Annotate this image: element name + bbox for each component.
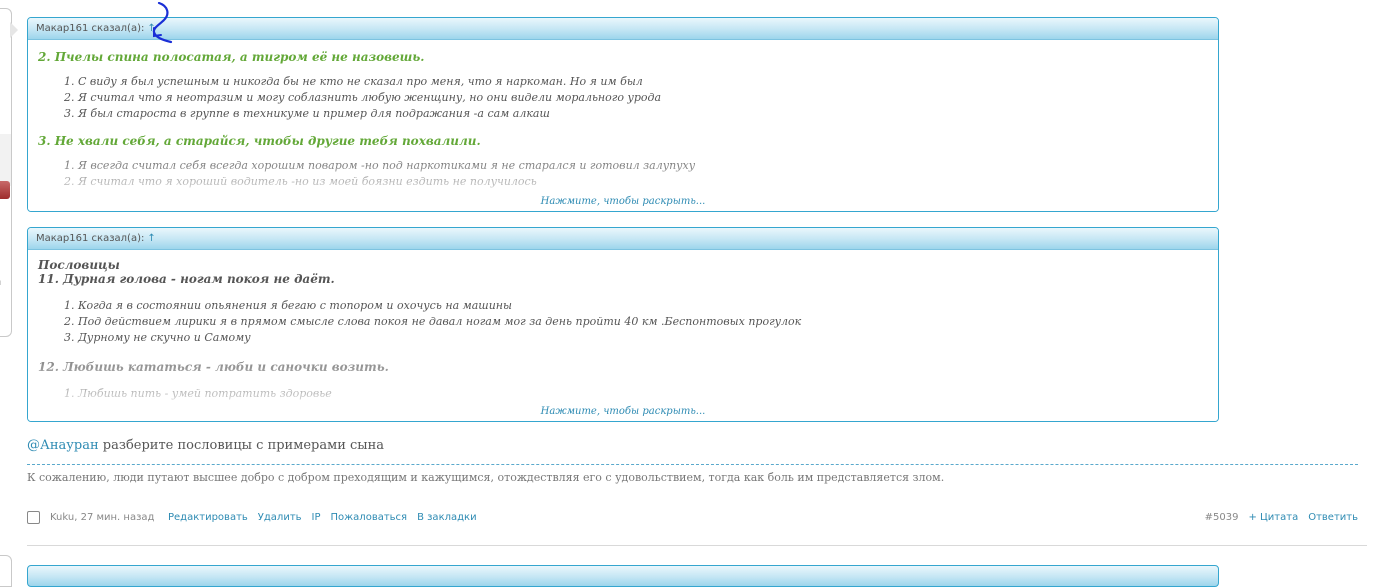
quote-author: Макар161 сказал(а): (36, 233, 145, 244)
message-controls: Редактировать Удалить IP Пожаловаться В закл… (168, 512, 487, 523)
bookmark-link[interactable]: В закладки (417, 512, 477, 523)
proverb-examples: 1. Любишь пить - умей потратить здоровье (38, 386, 1208, 402)
list-item: 2. Я считал что я хороший водитель -но и… (64, 175, 537, 188)
message-meta-bar: Kuku, 27 мин. назад Редактировать Удалить… (27, 510, 1358, 526)
delete-link[interactable]: Удалить (258, 512, 302, 523)
expand-quote-link[interactable]: Нажмите, чтобы раскрыть... (28, 196, 1218, 207)
quote-body: Пословицы 11. Дурная голова - ногам поко… (28, 250, 1218, 421)
quote-block-1: Макар161 сказал(а): ↑ 2. Пчелы спина поло… (27, 17, 1219, 212)
list-item: 1. С виду я был успешным и никогда бы не… (64, 75, 643, 88)
list-item: 1. Любишь пить - умей потратить здоровье (64, 387, 332, 400)
proverb-title: 3. Не хвали себя, а старайся, чтобы друг… (38, 134, 481, 148)
sidebar-stat: м (0, 275, 1, 290)
signature-divider (27, 464, 1358, 465)
sidebar-stat: 8 (0, 245, 1, 260)
post-number[interactable]: #5039 (1205, 512, 1239, 523)
sidebar-user-panel: 1 8 8 6 м и 1 (0, 8, 12, 337)
message-divider (27, 545, 1367, 546)
user-mention-link[interactable]: @Анауран (27, 438, 99, 453)
message-pointer-arrow (10, 22, 18, 38)
proverb-examples: 1. С виду я был успешным и никогда бы не… (38, 74, 1208, 122)
ip-link[interactable]: IP (312, 512, 321, 523)
sidebar-panel-band (0, 134, 11, 186)
sidebar-stat: 1 (0, 305, 1, 320)
list-item: 3. Дурному не скучно и Самому (64, 331, 251, 344)
sidebar-stat: 8 (0, 230, 1, 245)
sidebar-user-panel-next (0, 555, 12, 587)
list-item: 3. Я был староста в группе в техникуме и… (64, 107, 550, 120)
sidebar-stats: 1 8 8 6 м и 1 (0, 215, 1, 320)
proverb-title: 11. Дурная голова - ногам покоя не даёт. (38, 272, 335, 286)
list-item: 2. Под действием лирики я в прямом смысл… (64, 315, 802, 328)
quote-block-2: Макар161 сказал(а): ↑ Пословицы 11. Дурна… (27, 227, 1219, 422)
edit-link[interactable]: Редактировать (168, 512, 248, 523)
quote-header: Макар161 сказал(а): ↑ (28, 18, 1218, 40)
list-item: 1. Когда я в состоянии опьянения я бегаю… (64, 299, 513, 312)
list-item: 1. Я всегда считал себя всегда хорошим п… (64, 159, 696, 172)
quote-author: Макар161 сказал(а): (36, 23, 145, 34)
message-author-time[interactable]: Kuku, 27 мин. назад (50, 512, 154, 523)
expand-quote-link[interactable]: Нажмите, чтобы раскрыть... (28, 406, 1218, 417)
quote-heading: Пословицы (38, 258, 120, 272)
proverb-examples: 1. Я всегда считал себя всегда хорошим п… (38, 158, 1208, 190)
select-message-checkbox[interactable] (27, 511, 40, 524)
quote-body: 2. Пчелы спина полосатая, а тигром её не… (28, 40, 1218, 211)
sidebar-stat: и (0, 290, 1, 305)
quote-jump-arrow-icon[interactable]: ↑ (147, 233, 155, 244)
sidebar-stat: 6 (0, 260, 1, 275)
reply-button[interactable]: Ответить (1308, 512, 1358, 523)
message-actions: #5039 + Цитата Ответить (1205, 512, 1358, 523)
user-signature: К сожалению, люди путают высшее добро с … (27, 471, 945, 484)
report-link[interactable]: Пожаловаться (331, 512, 408, 523)
list-item: 2. Я считал что я неотразим и могу собла… (64, 91, 662, 104)
annotation-scribble-icon (152, 2, 173, 44)
message-text: @Анауран разберите пословицы с примерами… (27, 438, 384, 453)
quote-button[interactable]: + Цитата (1248, 512, 1298, 523)
proverb-examples: 1. Когда я в состоянии опьянения я бегаю… (38, 298, 1208, 346)
sidebar-stat: 1 (0, 215, 1, 230)
proverb-title: 2. Пчелы спина полосатая, а тигром её не… (38, 50, 425, 64)
sidebar-red-button[interactable] (0, 181, 10, 199)
quote-block-next (27, 565, 1219, 587)
proverb-title: 12. Любишь кататься - люби и саночки воз… (38, 360, 389, 374)
message-body: разберите пословицы с примерами сына (98, 438, 385, 453)
quote-header: Макар161 сказал(а): ↑ (28, 228, 1218, 250)
